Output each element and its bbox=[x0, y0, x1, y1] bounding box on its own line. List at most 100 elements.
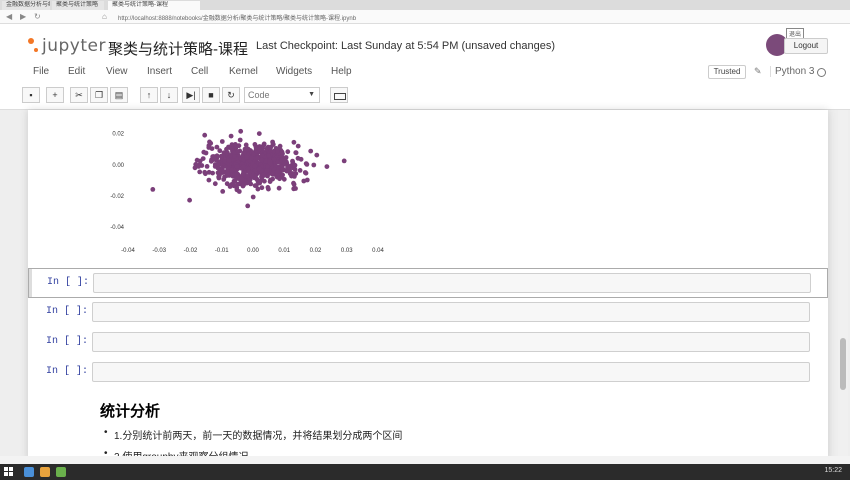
restart-button[interactable]: ↻ bbox=[222, 87, 240, 103]
browser-tab-active[interactable]: 聚类与统计策略-课程 bbox=[108, 1, 200, 10]
menu-view[interactable]: View bbox=[106, 66, 128, 77]
browser-tab[interactable]: 聚类与统计策略 bbox=[52, 1, 104, 10]
scatter-point bbox=[210, 170, 215, 176]
scatter-point bbox=[203, 171, 208, 177]
plus-icon: + bbox=[52, 90, 58, 100]
browser-tab[interactable]: 金融数据分析与统计策略 bbox=[2, 1, 50, 10]
scissors-icon: ✂ bbox=[75, 90, 83, 100]
menu-cell[interactable]: Cell bbox=[191, 66, 208, 77]
menu-insert[interactable]: Insert bbox=[147, 66, 172, 77]
scatter-point bbox=[341, 158, 347, 164]
copy-button[interactable]: ❐ bbox=[90, 87, 108, 103]
interrupt-button[interactable]: ■ bbox=[202, 87, 220, 103]
edit-pencil-icon[interactable]: ✎ bbox=[754, 66, 762, 77]
scatter-point bbox=[200, 156, 206, 161]
scatter-point bbox=[237, 137, 243, 143]
code-cell[interactable]: In [ ]: bbox=[28, 298, 828, 328]
code-input[interactable] bbox=[92, 302, 810, 322]
scatter-point bbox=[276, 185, 282, 191]
scatter-point bbox=[197, 169, 203, 175]
scatter-point bbox=[291, 180, 296, 186]
scatter-point bbox=[257, 147, 262, 152]
clock: 15:22 bbox=[824, 467, 842, 474]
x-tick-label: 0.04 bbox=[372, 248, 384, 254]
paste-button[interactable]: ▤ bbox=[110, 87, 128, 103]
trusted-indicator[interactable]: Trusted bbox=[708, 65, 746, 79]
scatter-point bbox=[219, 139, 225, 144]
x-tick-label: 0.02 bbox=[310, 248, 322, 254]
x-tick-label: 0.03 bbox=[341, 248, 353, 254]
menu-edit[interactable]: Edit bbox=[68, 66, 85, 77]
scatter-point bbox=[245, 203, 251, 209]
scatter-point bbox=[249, 173, 255, 179]
reload-icon[interactable]: ↻ bbox=[34, 12, 41, 21]
notebook-header: jupyter 聚类与统计策略-课程 Last Checkpoint: Last… bbox=[0, 24, 850, 110]
command-palette-button[interactable] bbox=[330, 87, 348, 103]
scatter-point bbox=[220, 189, 226, 194]
scatter-point bbox=[227, 184, 233, 189]
cell-type-value: Code bbox=[248, 90, 270, 100]
scatter-point bbox=[207, 139, 212, 145]
scatter-point bbox=[275, 169, 280, 174]
scatter-point bbox=[234, 164, 240, 169]
scatter-point bbox=[249, 155, 254, 161]
code-input[interactable] bbox=[92, 332, 810, 352]
taskbar-app-icon[interactable] bbox=[40, 467, 50, 477]
scatter-point bbox=[295, 143, 301, 149]
notebook-title[interactable]: 聚类与统计策略-课程 bbox=[108, 38, 248, 59]
scatter-point bbox=[204, 164, 210, 169]
menu-help[interactable]: Help bbox=[331, 66, 352, 77]
logo-text: jupyter bbox=[42, 36, 106, 56]
scatter-point bbox=[218, 153, 224, 159]
taskbar-app-icon[interactable] bbox=[56, 467, 66, 477]
jupyter-logo[interactable]: jupyter bbox=[28, 34, 105, 58]
move-down-button[interactable]: ↓ bbox=[160, 87, 178, 103]
kernel-name: Python 3 bbox=[770, 66, 814, 77]
cell-type-select[interactable]: Code ▼ bbox=[244, 87, 320, 103]
code-input[interactable] bbox=[93, 273, 811, 293]
scrollbar-thumb[interactable] bbox=[840, 338, 846, 390]
scatter-point bbox=[275, 149, 280, 154]
scrollbar[interactable] bbox=[838, 110, 848, 462]
scatter-point bbox=[228, 153, 234, 158]
run-button[interactable]: ▶| bbox=[182, 87, 200, 103]
scatter-point bbox=[226, 158, 232, 163]
menu-kernel[interactable]: Kernel bbox=[229, 66, 258, 77]
code-cell-selected[interactable]: In [ ]: bbox=[28, 268, 828, 298]
save-button[interactable]: ▪ bbox=[22, 87, 40, 103]
cut-button[interactable]: ✂ bbox=[70, 87, 88, 103]
logout-button[interactable]: Logout bbox=[784, 38, 828, 54]
status-bar bbox=[0, 456, 850, 464]
scatter-point bbox=[267, 159, 273, 164]
markdown-cell[interactable]: 统计分析 1.分别统计前两天，前一天的数据情况，并将结果划分成两个区间 2.使用… bbox=[100, 400, 402, 462]
scatter-point bbox=[244, 154, 249, 160]
checkpoint-status: Last Checkpoint: Last Sunday at 5:54 PM … bbox=[256, 40, 556, 52]
insert-cell-button[interactable]: + bbox=[46, 87, 64, 103]
code-cell[interactable]: In [ ]: bbox=[28, 328, 828, 358]
forward-icon[interactable]: ▶ bbox=[20, 12, 26, 21]
menu-file[interactable]: File bbox=[33, 66, 49, 77]
taskbar-app-icon[interactable] bbox=[24, 467, 34, 477]
scatter-point bbox=[256, 131, 262, 136]
url-field[interactable]: http://localhost:8888/notebooks/金融数据分析/聚… bbox=[118, 13, 356, 22]
scatter-point bbox=[150, 187, 156, 192]
scatter-point bbox=[303, 170, 309, 176]
x-tick-label: -0.04 bbox=[121, 248, 135, 254]
move-up-button[interactable]: ↑ bbox=[140, 87, 158, 103]
scatter-point bbox=[206, 177, 212, 183]
scatter-point bbox=[308, 148, 314, 154]
scatter-point bbox=[256, 166, 262, 172]
cell-prompt: In [ ]: bbox=[46, 306, 89, 317]
list-item: 1.分别统计前两天，前一天的数据情况，并将结果划分成两个区间 bbox=[100, 427, 402, 442]
scatter-point bbox=[290, 158, 295, 164]
home-icon[interactable]: ⌂ bbox=[102, 12, 107, 21]
stop-icon: ■ bbox=[208, 90, 214, 100]
markdown-heading: 统计分析 bbox=[100, 403, 161, 420]
menu-widgets[interactable]: Widgets bbox=[276, 66, 312, 77]
code-input[interactable] bbox=[92, 362, 810, 382]
back-icon[interactable]: ◀ bbox=[6, 12, 12, 21]
scatter-point bbox=[252, 163, 258, 169]
windows-start-icon[interactable] bbox=[4, 467, 14, 477]
scatter-point bbox=[301, 178, 307, 184]
code-cell[interactable]: In [ ]: bbox=[28, 358, 828, 388]
